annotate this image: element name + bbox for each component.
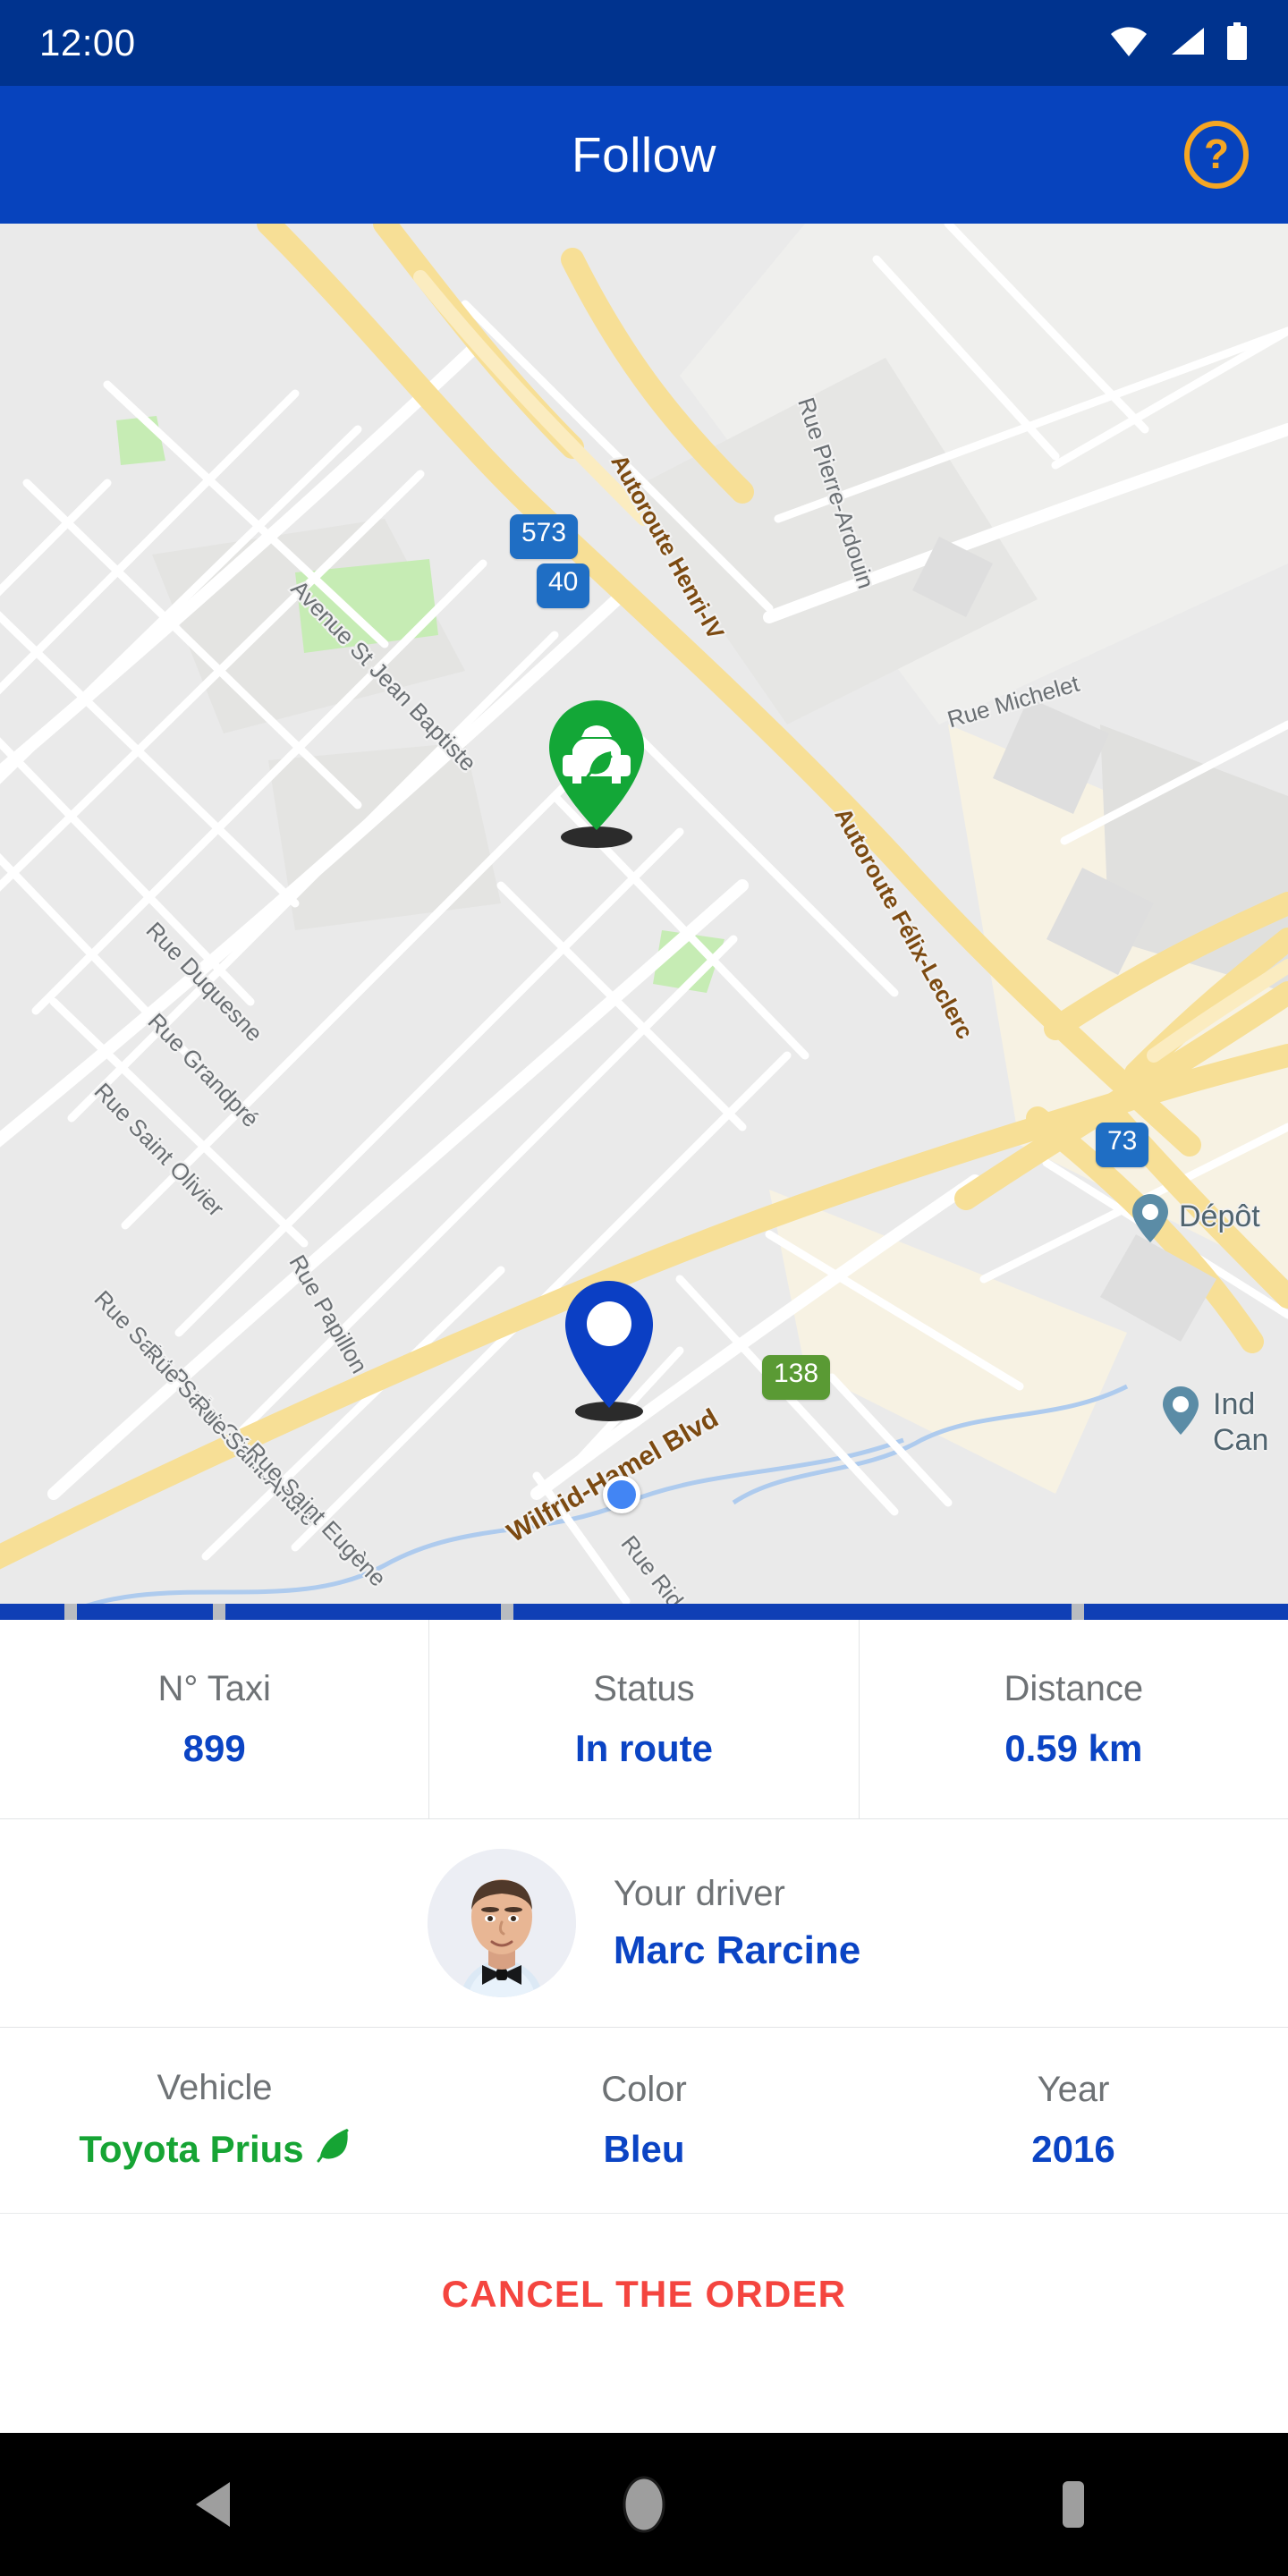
driver-name: Marc Rarcine xyxy=(613,1928,861,1972)
eco-leaf-icon xyxy=(315,2126,351,2173)
highway-shield-138: 138 xyxy=(762,1355,831,1400)
info-cell-status: Status In route xyxy=(428,1620,858,1818)
poi-label-depot: Dépôt xyxy=(1179,1199,1260,1234)
poi-label-ind-can-line1: Ind xyxy=(1213,1387,1256,1421)
vehicle-label: Year xyxy=(1037,2070,1110,2109)
status-badge: In route xyxy=(574,1726,713,1769)
poi-pin-depot[interactable] xyxy=(1132,1194,1168,1242)
recents-square-icon[interactable] xyxy=(1020,2451,1127,2558)
trip-info-row: N° Taxi 899 Status In route Distance 0.5… xyxy=(0,1620,1288,1819)
poi-label-ind-can: Ind Can xyxy=(1213,1386,1268,1458)
destination-location-pin[interactable] xyxy=(556,1279,662,1422)
progress-segment xyxy=(513,1604,1072,1620)
svg-text:?: ? xyxy=(1204,131,1229,177)
home-circle-icon[interactable] xyxy=(590,2451,698,2558)
vehicle-row: Vehicle Toyota Prius Color Bleu Year 201… xyxy=(0,2028,1288,2214)
vehicle-value: Toyota Prius xyxy=(79,2126,350,2173)
progress-gap xyxy=(213,1604,225,1620)
highway-shield-73: 73 xyxy=(1096,1123,1149,1167)
progress-segment xyxy=(77,1604,213,1620)
vehicle-cell-color: Color Bleu xyxy=(429,2028,859,2213)
vehicle-model-text: Toyota Prius xyxy=(79,2128,304,2170)
status-icons xyxy=(1109,21,1249,64)
highway-shield-573: 573 xyxy=(510,514,579,559)
wifi-icon xyxy=(1109,26,1148,61)
vehicle-cell-year: Year 2016 xyxy=(859,2028,1288,2213)
progress-gap xyxy=(501,1604,513,1620)
battery-icon xyxy=(1225,21,1249,64)
poi-label-ind-can-line2: Can xyxy=(1213,1423,1269,1458)
highway-shield-40: 40 xyxy=(537,564,590,608)
progress-segment xyxy=(225,1604,501,1620)
info-label: Distance xyxy=(1004,1668,1144,1708)
taxi-eco-pin[interactable] xyxy=(538,696,655,848)
progress-gap xyxy=(64,1604,77,1620)
app-bar: Follow ? xyxy=(0,86,1288,224)
vehicle-label: Color xyxy=(601,2070,687,2109)
driver-text: Your driver Marc Rarcine xyxy=(614,1874,860,1973)
info-value: 899 xyxy=(182,1726,246,1769)
driver-label: Your driver xyxy=(613,1873,785,1913)
help-circle-icon[interactable]: ? xyxy=(1182,121,1250,189)
status-time: 12:00 xyxy=(39,21,136,64)
status-bar: 12:00 xyxy=(0,0,1288,86)
user-location-dot xyxy=(603,1476,640,1513)
info-value: 0.59 km xyxy=(1004,1726,1143,1769)
info-cell-distance: Distance 0.59 km xyxy=(858,1620,1288,1818)
info-label: N° Taxi xyxy=(157,1668,271,1708)
info-label: Status xyxy=(593,1668,695,1708)
progress-gap xyxy=(1072,1604,1084,1620)
trip-details-panel: N° Taxi 899 Status In route Distance 0.5… xyxy=(0,1620,1288,2375)
vehicle-cell-model: Vehicle Toyota Prius xyxy=(0,2028,429,2213)
cellular-signal-icon xyxy=(1168,26,1206,61)
vehicle-value: 2016 xyxy=(1031,2128,1115,2170)
info-cell-taxi-number: N° Taxi 899 xyxy=(0,1620,428,1818)
app-screen: 12:00 Follow ? 573 40 73 138 Avenue St J… xyxy=(0,0,1288,2576)
vehicle-value: Bleu xyxy=(603,2128,685,2170)
poi-label-depot-line1: Dépôt xyxy=(1179,1199,1260,1233)
progress-segment xyxy=(0,1604,64,1620)
page-title: Follow xyxy=(572,127,716,182)
cancel-order-button[interactable]: CANCEL THE ORDER xyxy=(0,2214,1288,2375)
avatar xyxy=(427,1849,576,1997)
cancel-order-label: CANCEL THE ORDER xyxy=(441,2273,847,2315)
vehicle-label: Vehicle xyxy=(157,2068,273,2107)
map-view[interactable]: 573 40 73 138 Avenue St Jean Baptiste Ru… xyxy=(0,224,1288,1604)
driver-row: Your driver Marc Rarcine xyxy=(0,1819,1288,2028)
progress-segment xyxy=(1084,1604,1288,1620)
android-nav-bar xyxy=(0,2433,1288,2576)
trip-progress-bar xyxy=(0,1604,1288,1620)
back-triangle-icon[interactable] xyxy=(161,2451,268,2558)
poi-pin-ind-can[interactable] xyxy=(1163,1386,1199,1435)
